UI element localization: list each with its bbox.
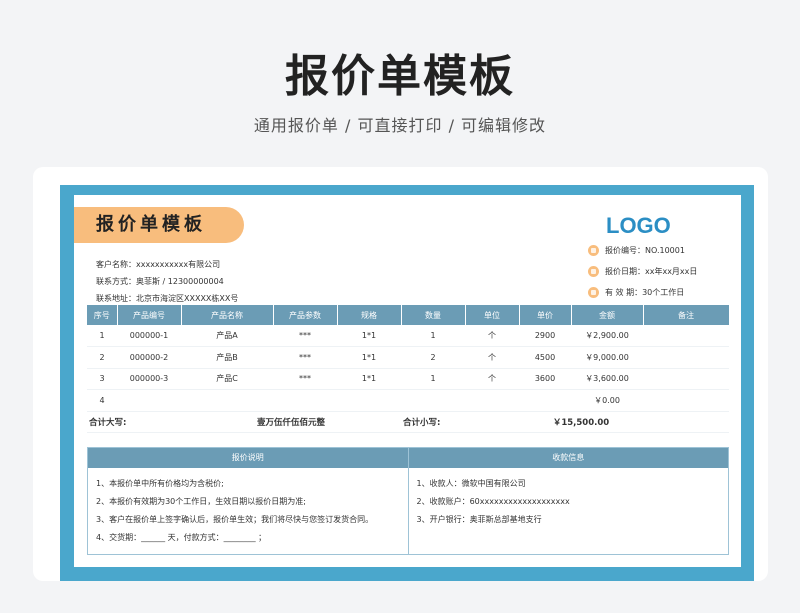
payment-info-title: 收款信息 (408, 448, 728, 468)
payment-info: 收款信息 1、收款人：微软中国有限公司 2、收款账户：60xxxxxxxxxxx… (407, 448, 728, 554)
table-cell: 4 (87, 389, 117, 412)
table-cell: 1*1 (337, 368, 401, 390)
table-cell: ￥2,900.00 (571, 325, 643, 347)
table-cell: 产品B (181, 346, 273, 369)
table-row: 1 000000-1 产品A *** 1*1 1 个 2900 ￥2,900.0… (87, 325, 729, 347)
table-cell: 产品A (181, 325, 273, 347)
table-cell: 2 (401, 346, 465, 369)
col-header: 单位 (465, 305, 520, 325)
table-cell: 个 (465, 368, 519, 390)
table-cell (117, 389, 181, 412)
table-cell: 2 (87, 346, 117, 369)
col-header: 序号 (87, 305, 118, 325)
total-upper-label: 合计大写: (87, 411, 181, 433)
customer-contact: 联系方式：奥菲斯 / 12300000004 (96, 277, 224, 286)
table-cell: 000000-1 (117, 325, 181, 347)
table-cell (273, 389, 337, 412)
table-cell: ￥3,600.00 (571, 368, 643, 390)
quote-number-text: 报价编号：NO.10001 (605, 246, 685, 255)
bullet-icon (588, 245, 599, 256)
table-cell: 4500 (519, 346, 571, 369)
col-header: 产品编号 (117, 305, 182, 325)
table-row: 3 000000-3 产品C *** 1*1 1 个 3600 ￥3,600.0… (87, 368, 729, 390)
note-line: 1、本报价单中所有价格均为含税价; (96, 479, 224, 488)
table-cell: 000000-3 (117, 368, 181, 390)
quote-sheet: 报价单模板 客户名称：xxxxxxxxxxx有限公司 联系方式：奥菲斯 / 12… (74, 195, 741, 567)
table-cell (643, 346, 729, 369)
table-cell: ￥0.00 (571, 389, 643, 412)
table-cell: *** (273, 346, 337, 369)
table-cell: 1*1 (337, 325, 401, 347)
table-cell (643, 389, 729, 412)
note-line: 3、客户在报价单上签字确认后，报价单生效；我们将尽快与您签订发货合同。 (96, 515, 374, 524)
notes-section: 报价说明 1、本报价单中所有价格均为含税价; 2、本报价有效期为30个工作日，生… (87, 447, 729, 555)
table-cell: *** (273, 325, 337, 347)
table-header-row: 序号 产品编号 产品名称 产品参数 规格 数量 单位 单价 金额 备注 (87, 305, 730, 325)
note-line: 2、本报价有效期为30个工作日，生效日期以报价日期为准; (96, 497, 306, 506)
company-logo: LOGO (606, 213, 671, 238)
table-row: 2 000000-2 产品B *** 1*1 2 个 4500 ￥9,000.0… (87, 346, 729, 369)
col-header: 单价 (519, 305, 572, 325)
total-lower-label: 合计小写: (401, 411, 519, 433)
quote-notes: 报价说明 1、本报价单中所有价格均为含税价; 2、本报价有效期为30个工作日，生… (88, 448, 408, 554)
col-header: 规格 (337, 305, 402, 325)
table-cell (519, 389, 571, 412)
total-row: 合计大写: 壹万伍仟伍佰元整 合计小写: ￥15,500.00 (87, 411, 729, 433)
table-cell: ￥9,000.00 (571, 346, 643, 369)
table-cell: 000000-2 (117, 346, 181, 369)
quote-notes-title: 报价说明 (88, 448, 408, 468)
items-table: 序号 产品编号 产品名称 产品参数 规格 数量 单位 单价 金额 备注 1 00… (87, 305, 730, 433)
table-cell (337, 389, 401, 412)
table-cell: 3600 (519, 368, 571, 390)
table-cell (181, 389, 273, 412)
doc-title-banner: 报价单模板 (74, 207, 244, 243)
table-cell: *** (273, 368, 337, 390)
customer-name: 客户名称：xxxxxxxxxxx有限公司 (96, 260, 221, 269)
table-row: 4 ￥0.00 (87, 389, 729, 412)
table-cell (643, 411, 729, 433)
table-cell: 3 (87, 368, 117, 390)
doc-title: 报价单模板 (96, 214, 206, 235)
table-cell: 1 (87, 325, 117, 347)
col-header: 数量 (401, 305, 466, 325)
total-upper-value: 壹万伍仟伍佰元整 (181, 411, 401, 433)
customer-address: 联系地址：北京市海淀区XXXXX栋XX号 (96, 294, 239, 303)
payment-line: 1、收款人：微软中国有限公司 (416, 479, 526, 488)
bullet-icon (588, 287, 599, 298)
payment-line: 3、开户银行：奥菲斯总部基地支行 (416, 515, 542, 524)
table-cell: 1 (401, 325, 465, 347)
total-lower-value: ￥15,500.00 (519, 411, 643, 433)
table-cell: 个 (465, 346, 519, 369)
table-cell: 2900 (519, 325, 571, 347)
page-subtitle: 通用报价单 / 可直接打印 / 可编辑修改 (253, 116, 547, 135)
table-cell (401, 389, 465, 412)
table-cell: 个 (465, 325, 519, 347)
quote-date: 报价日期：xx年xx月xx日 (588, 266, 697, 277)
bullet-icon (588, 266, 599, 277)
col-header: 产品名称 (181, 305, 274, 325)
col-header: 备注 (643, 305, 730, 325)
table-cell (643, 368, 729, 390)
quote-number: 报价编号：NO.10001 (588, 245, 685, 256)
page-title: 报价单模板 (285, 51, 515, 102)
table-cell: 1*1 (337, 346, 401, 369)
col-header: 产品参数 (273, 305, 338, 325)
table-cell (465, 389, 519, 412)
note-line: 4、交货期：______ 天，付款方式：________ ； (96, 533, 267, 542)
col-header: 金额 (571, 305, 644, 325)
table-cell: 1 (401, 368, 465, 390)
quote-date-text: 报价日期：xx年xx月xx日 (605, 267, 698, 276)
table-cell: 产品C (181, 368, 273, 390)
payment-line: 2、收款账户：60xxxxxxxxxxxxxxxxxxx (416, 497, 570, 506)
quote-validity-text: 有 效 期：30个工作日 (605, 288, 685, 297)
quote-validity: 有 效 期：30个工作日 (588, 287, 684, 298)
table-cell (643, 325, 729, 347)
